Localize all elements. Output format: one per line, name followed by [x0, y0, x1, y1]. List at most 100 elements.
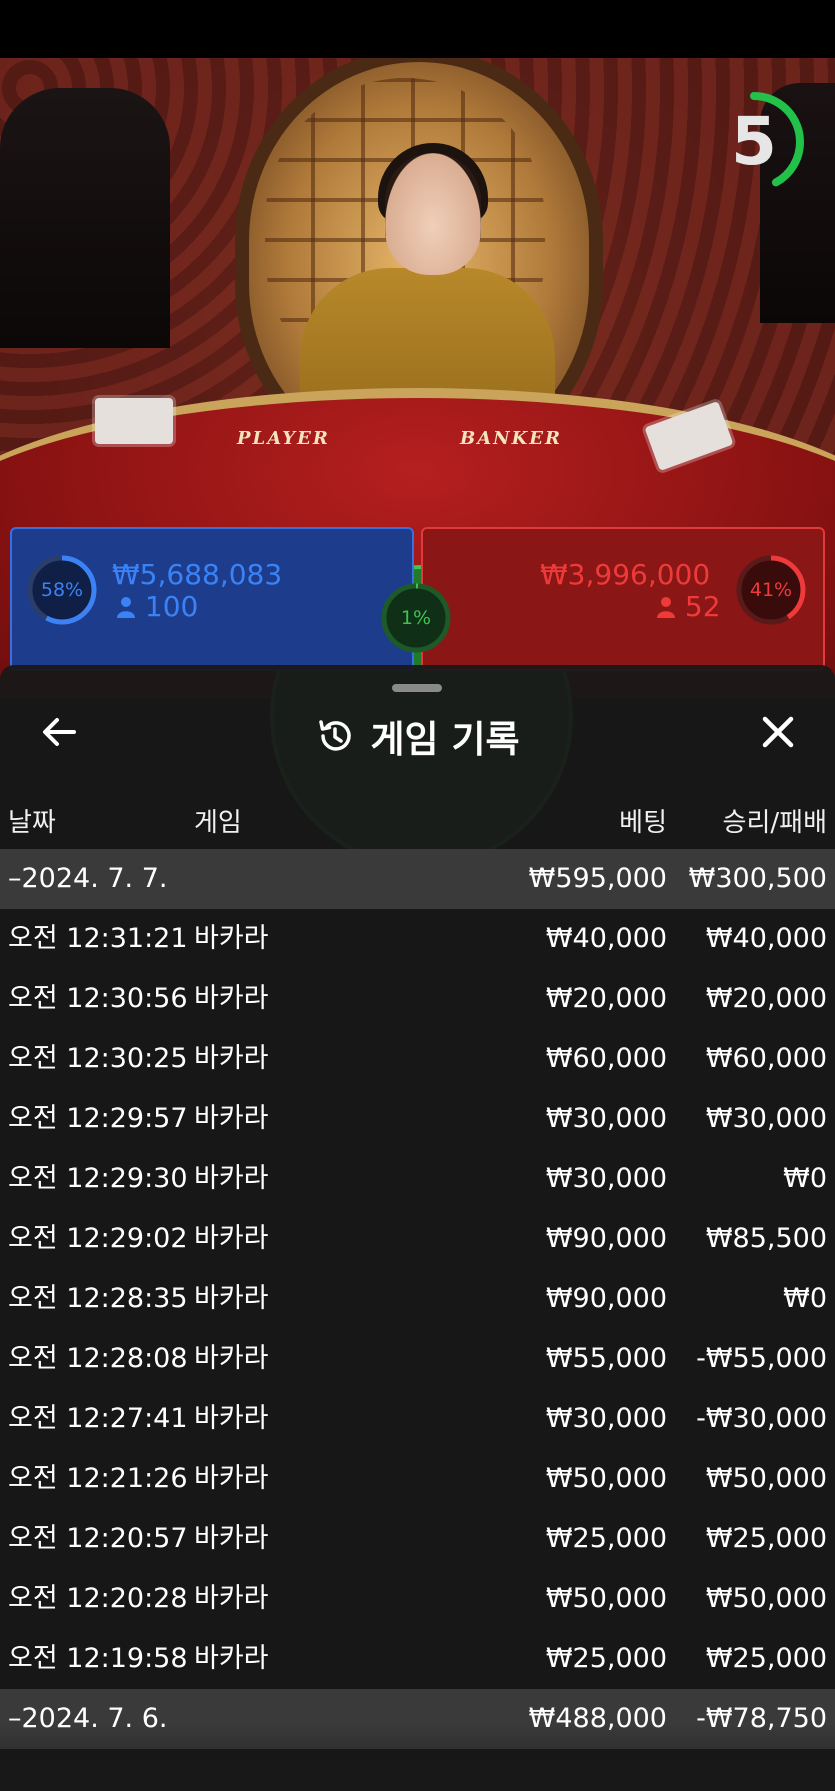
group-date: –2024. 7. 6.: [8, 1703, 168, 1734]
group-result-total: ₩300,500: [688, 863, 827, 894]
column-result: 승리/패배: [722, 808, 827, 838]
row-time: 오전 12:29:02: [8, 1223, 188, 1254]
player-bet-amount: ₩5,688,083: [112, 558, 283, 591]
banker-percent-ring: 41%: [733, 552, 809, 628]
row-time: 오전 12:21:26: [8, 1463, 188, 1494]
date-group-row[interactable]: –2024. 7. 7. ₩595,000 ₩300,500: [0, 849, 835, 909]
row-game: 바카라: [194, 923, 269, 954]
tie-percent-ring: 1%: [378, 580, 454, 656]
sheet-title: 게임 기록: [0, 709, 835, 761]
group-bet-total: ₩488,000: [528, 1703, 667, 1734]
row-bet: ₩60,000: [545, 1043, 667, 1074]
history-row[interactable]: 오전 12:30:25 바카라 ₩60,000 ₩60,000: [0, 1029, 835, 1089]
row-result: ₩40,000: [705, 923, 827, 954]
row-result: ₩85,500: [705, 1223, 827, 1254]
table-label-player: PLAYER: [237, 428, 330, 449]
player-bet-count: 100: [116, 590, 198, 623]
close-button[interactable]: [756, 710, 800, 754]
row-time: 오전 12:27:41: [8, 1403, 188, 1434]
row-game: 바카라: [194, 1403, 269, 1434]
row-time: 오전 12:19:58: [8, 1643, 188, 1674]
banker-bet-count: 52: [656, 590, 721, 623]
side-dealer-left: [0, 88, 170, 348]
row-game: 바카라: [194, 1043, 269, 1074]
history-column-headers: 날짜 게임 베팅 승리/패배: [0, 802, 835, 842]
group-result-total: -₩78,750: [696, 1703, 827, 1734]
history-icon: [319, 720, 352, 751]
player-percent-ring: 58%: [24, 552, 100, 628]
column-date: 날짜: [8, 808, 56, 838]
row-result: -₩30,000: [696, 1403, 827, 1434]
history-row[interactable]: 오전 12:20:57 바카라 ₩25,000 ₩25,000: [0, 1509, 835, 1569]
row-bet: ₩20,000: [545, 983, 667, 1014]
row-bet: ₩90,000: [545, 1223, 667, 1254]
row-game: 바카라: [194, 1163, 269, 1194]
history-row[interactable]: 오전 12:27:41 바카라 ₩30,000 -₩30,000: [0, 1389, 835, 1449]
sheet-title-text: 게임 기록: [370, 718, 520, 761]
row-game: 바카라: [194, 1643, 269, 1674]
row-time: 오전 12:29:30: [8, 1163, 188, 1194]
row-result: ₩30,000: [705, 1103, 827, 1134]
player-bet-count-value: 100: [144, 590, 199, 623]
row-result: ₩0: [783, 1283, 827, 1314]
history-row[interactable]: 오전 12:20:28 바카라 ₩50,000 ₩50,000: [0, 1569, 835, 1629]
sheet-drag-handle[interactable]: [392, 684, 442, 692]
row-bet: ₩50,000: [545, 1583, 667, 1614]
history-row[interactable]: 오전 12:29:30 바카라 ₩30,000 ₩0: [0, 1149, 835, 1209]
table-label-banker: BANKER: [460, 428, 562, 449]
group-bet-total: ₩595,000: [528, 863, 667, 894]
row-time: 오전 12:31:21: [8, 923, 188, 954]
history-row[interactable]: 오전 12:19:58 바카라 ₩25,000 ₩25,000: [0, 1629, 835, 1689]
game-history-sheet: 게임 기록 날짜 게임 베팅 승리/패배 –2024. 7. 7. ₩595,00…: [0, 665, 835, 1791]
row-result: -₩55,000: [696, 1343, 827, 1374]
dealer-head: [385, 153, 481, 275]
row-result: ₩20,000: [705, 983, 827, 1014]
row-result: ₩50,000: [705, 1583, 827, 1614]
column-game: 게임: [194, 808, 242, 838]
row-result: ₩60,000: [705, 1043, 827, 1074]
countdown-timer: 5: [700, 88, 808, 196]
row-game: 바카라: [194, 1463, 269, 1494]
history-row[interactable]: 오전 12:28:08 바카라 ₩55,000 -₩55,000: [0, 1329, 835, 1389]
row-bet: ₩25,000: [545, 1643, 667, 1674]
row-time: 오전 12:20:28: [8, 1583, 188, 1614]
countdown-value: 5: [731, 103, 777, 180]
row-bet: ₩50,000: [545, 1463, 667, 1494]
row-game: 바카라: [194, 1583, 269, 1614]
row-bet: ₩25,000: [545, 1523, 667, 1554]
row-time: 오전 12:29:57: [8, 1103, 188, 1134]
row-game: 바카라: [194, 1523, 269, 1554]
row-result: ₩25,000: [705, 1523, 827, 1554]
row-bet: ₩30,000: [545, 1103, 667, 1134]
row-time: 오전 12:30:56: [8, 983, 188, 1014]
row-time: 오전 12:28:35: [8, 1283, 188, 1314]
row-result: ₩0: [783, 1163, 827, 1194]
row-game: 바카라: [194, 1103, 269, 1134]
card-shoe-left: [95, 398, 173, 444]
row-game: 바카라: [194, 1343, 269, 1374]
banker-bet-amount: ₩3,996,000: [540, 558, 711, 591]
row-time: 오전 12:30:25: [8, 1043, 188, 1074]
player-percent: 58%: [40, 579, 84, 601]
banker-percent: 41%: [749, 579, 793, 601]
row-bet: ₩55,000: [545, 1343, 667, 1374]
row-result: ₩25,000: [705, 1643, 827, 1674]
row-result: ₩50,000: [705, 1463, 827, 1494]
group-date: –2024. 7. 7.: [8, 863, 168, 894]
row-bet: ₩90,000: [545, 1283, 667, 1314]
person-icon: [657, 597, 675, 618]
date-group-row[interactable]: –2024. 7. 6. ₩488,000 -₩78,750: [0, 1689, 835, 1749]
row-time: 오전 12:20:57: [8, 1523, 188, 1554]
tie-percent: 1%: [400, 607, 432, 629]
row-game: 바카라: [194, 1223, 269, 1254]
history-row[interactable]: 오전 12:28:35 바카라 ₩90,000 ₩0: [0, 1269, 835, 1329]
history-row[interactable]: 오전 12:30:56 바카라 ₩20,000 ₩20,000: [0, 969, 835, 1029]
row-time: 오전 12:28:08: [8, 1343, 188, 1374]
history-row[interactable]: 오전 12:21:26 바카라 ₩50,000 ₩50,000: [0, 1449, 835, 1509]
history-row[interactable]: 오전 12:29:57 바카라 ₩30,000 ₩30,000: [0, 1089, 835, 1149]
banker-bet-count-value: 52: [684, 590, 721, 623]
history-row[interactable]: 오전 12:29:02 바카라 ₩90,000 ₩85,500: [0, 1209, 835, 1269]
row-bet: ₩40,000: [545, 923, 667, 954]
history-row[interactable]: 오전 12:31:21 바카라 ₩40,000 ₩40,000: [0, 909, 835, 969]
column-bet: 베팅: [619, 808, 667, 838]
